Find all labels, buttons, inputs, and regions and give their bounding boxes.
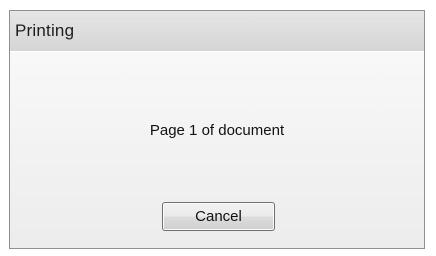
title-bar[interactable]: Printing — [10, 11, 424, 51]
window-title: Printing — [15, 21, 75, 40]
cancel-button[interactable]: Cancel — [162, 202, 275, 231]
print-progress-message: Page 1 of document — [149, 122, 285, 139]
dialog-content: Page 1 of document Cancel — [10, 51, 424, 248]
printing-dialog-window: Printing Page 1 of document Cancel — [9, 10, 425, 249]
